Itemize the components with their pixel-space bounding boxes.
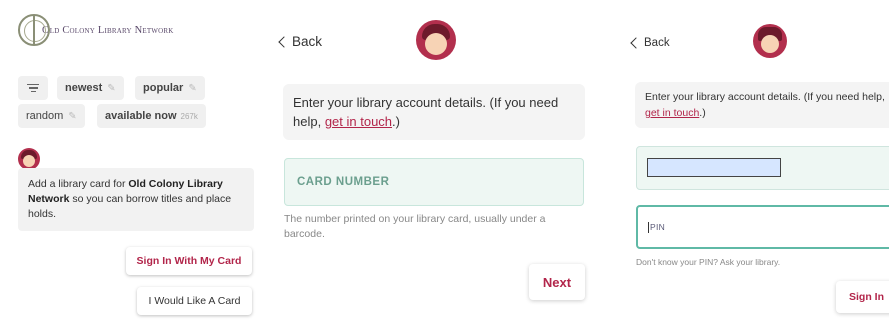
pin-panel: Back Enter your library account details.… [620, 0, 889, 332]
library-logo: Old Colony Library Network [18, 12, 174, 48]
back-label: Back [644, 37, 670, 49]
account-details-prompt: Enter your library account details. (If … [283, 84, 585, 140]
back-button[interactable]: Back [630, 37, 670, 49]
chip-label: random [26, 110, 64, 122]
card-number-input[interactable]: CARD NUMBER [284, 158, 584, 206]
chip-label: available now [105, 110, 177, 122]
filter-button[interactable] [18, 76, 48, 100]
card-number-panel: Back Enter your library account details.… [268, 0, 593, 332]
get-in-touch-link[interactable]: get in touch [645, 107, 699, 119]
pin-help: Don't know your PIN? Ask your library. [636, 257, 781, 267]
message-lead: Add a library card for [28, 178, 129, 190]
card-number-help: The number printed on your library card,… [284, 213, 546, 240]
avatar-icon [753, 24, 787, 58]
back-button[interactable]: Back [278, 34, 323, 49]
filter-icon [27, 83, 39, 93]
pin-input[interactable]: PIN [636, 205, 889, 249]
card-number-input[interactable] [636, 146, 889, 190]
library-name: Old Colony Library Network [42, 24, 174, 36]
edit-icon: ✎ [188, 82, 197, 94]
chip-label: newest [65, 82, 103, 94]
chip-random[interactable]: random ✎ [18, 104, 85, 128]
avatar-icon [416, 20, 456, 60]
back-chevron-icon [630, 37, 642, 49]
back-chevron-icon [278, 35, 290, 48]
next-button[interactable]: Next [529, 264, 585, 300]
prompt-lead: Enter your library account details. (If … [645, 91, 885, 103]
back-label: Back [292, 34, 323, 49]
library-logo-icon [18, 14, 50, 46]
sign-in-button[interactable]: Sign In [836, 281, 889, 313]
account-details-prompt: Enter your library account details. (If … [635, 82, 889, 128]
pin-placeholder: PIN [650, 222, 666, 232]
text-caret [648, 221, 649, 233]
card-number-placeholder: CARD NUMBER [297, 176, 390, 188]
prompt-tail: .) [392, 114, 400, 129]
request-card-button[interactable]: I Would Like A Card [137, 287, 252, 315]
chip-popular[interactable]: popular ✎ [135, 76, 205, 100]
edit-icon: ✎ [68, 110, 77, 122]
edit-icon: ✎ [107, 82, 116, 94]
sign-in-with-card-button[interactable]: Sign In With My Card [126, 247, 252, 275]
chip-count: 267k [180, 111, 198, 121]
chip-newest[interactable]: newest ✎ [57, 76, 124, 100]
prompt-tail: .) [699, 107, 706, 119]
chip-available-now[interactable]: available now 267k [97, 104, 206, 128]
add-card-message: Add a library card for Old Colony Librar… [18, 168, 254, 231]
get-in-touch-link[interactable]: get in touch [325, 114, 392, 129]
library-home-panel: Old Colony Library Network newest ✎ popul… [0, 0, 262, 332]
avatar-icon [18, 148, 40, 170]
chip-label: popular [143, 82, 184, 94]
card-number-value-masked [647, 158, 781, 177]
